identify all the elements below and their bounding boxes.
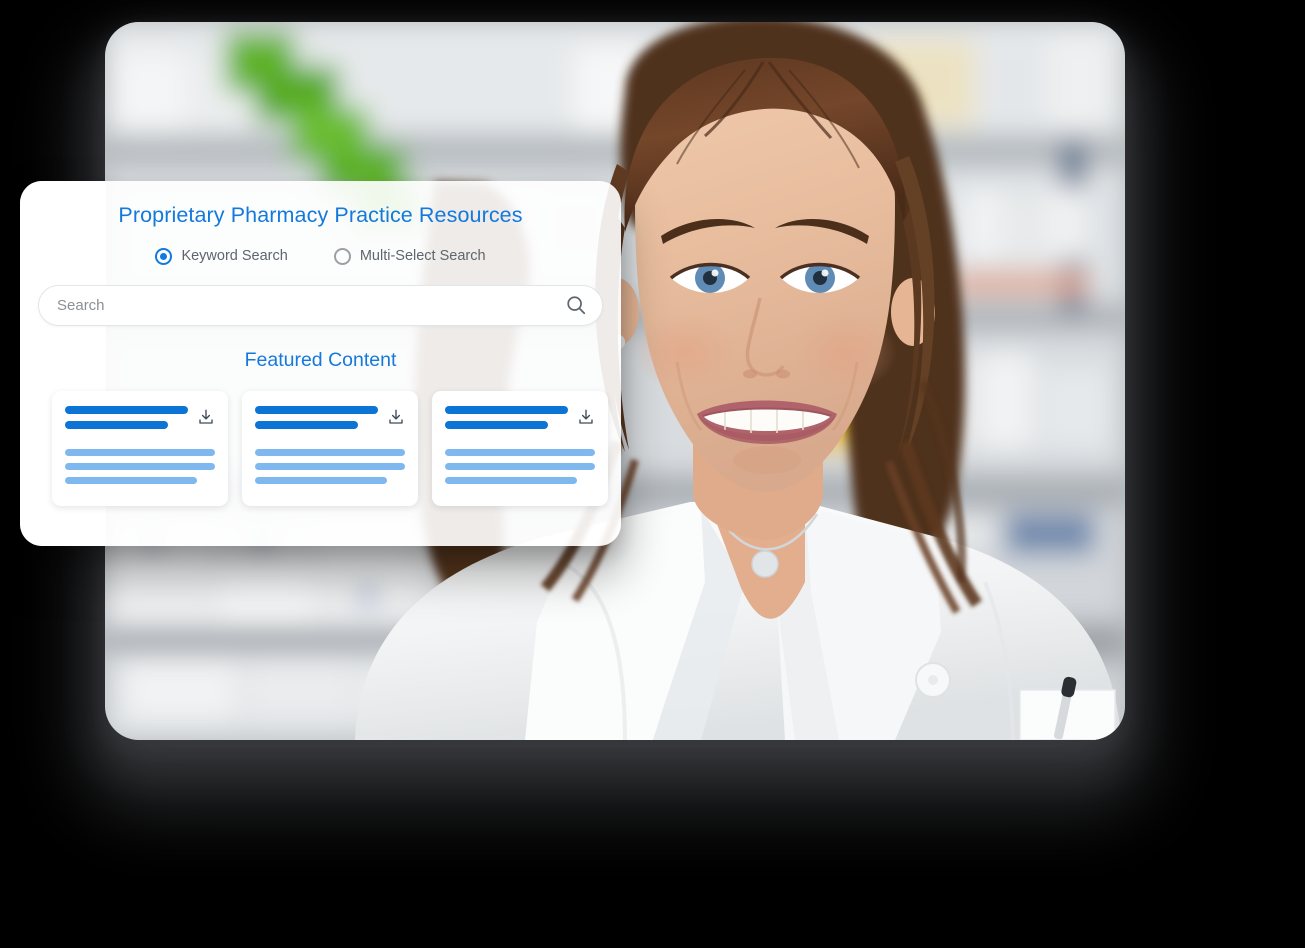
card-body-placeholder [65,448,215,484]
card-title-bar [255,405,378,414]
card-body-bar [445,462,595,470]
search-bar [38,284,603,326]
card-body-placeholder [445,448,595,484]
card-body-bar [255,476,387,484]
search-box[interactable] [38,284,603,326]
radio-multi-select-search-icon[interactable] [333,247,351,265]
card-body-bar [65,462,215,470]
card-title-placeholder [445,405,568,436]
card-body-bar [445,448,595,456]
featured-content-heading: Featured Content [244,348,397,371]
featured-content-card[interactable] [52,390,228,506]
radio-option-multi-select-search-label: Multi-Select Search [359,248,486,265]
search-input[interactable] [57,296,554,314]
card-title-bar [65,420,169,429]
search-mode-radio-group: Keyword Search Multi-Select Search [20,247,621,265]
download-icon[interactable] [577,408,595,426]
card-header [65,405,215,436]
card-body-placeholder [255,448,405,484]
card-title-placeholder [255,405,378,436]
card-title-bar [255,420,359,429]
card-title-bar [65,405,188,414]
card-body-bar [255,448,405,456]
featured-content-card-list [52,390,612,506]
featured-content-card[interactable] [432,390,608,506]
card-title-placeholder [65,405,188,436]
radio-option-keyword-search[interactable]: Keyword Search [155,247,288,265]
card-body-bar [255,462,405,470]
search-panel: Proprietary Pharmacy Practice Resources … [20,181,621,546]
card-body-bar [65,476,197,484]
download-icon[interactable] [387,408,405,426]
card-title-bar [445,420,549,429]
card-title-bar [445,405,568,414]
radio-keyword-search-icon[interactable] [155,247,173,265]
download-icon[interactable] [197,408,215,426]
featured-content-card[interactable] [242,390,418,506]
page-root: Proprietary Pharmacy Practice Resources … [0,0,1305,948]
page-title: Proprietary Pharmacy Practice Resources [118,203,523,227]
search-icon[interactable] [565,294,587,316]
radio-option-keyword-search-label: Keyword Search [181,248,288,265]
card-body-bar [445,476,577,484]
card-header [255,405,405,436]
card-body-bar [65,448,215,456]
radio-option-multi-select-search[interactable]: Multi-Select Search [333,247,486,265]
card-header [445,405,595,436]
